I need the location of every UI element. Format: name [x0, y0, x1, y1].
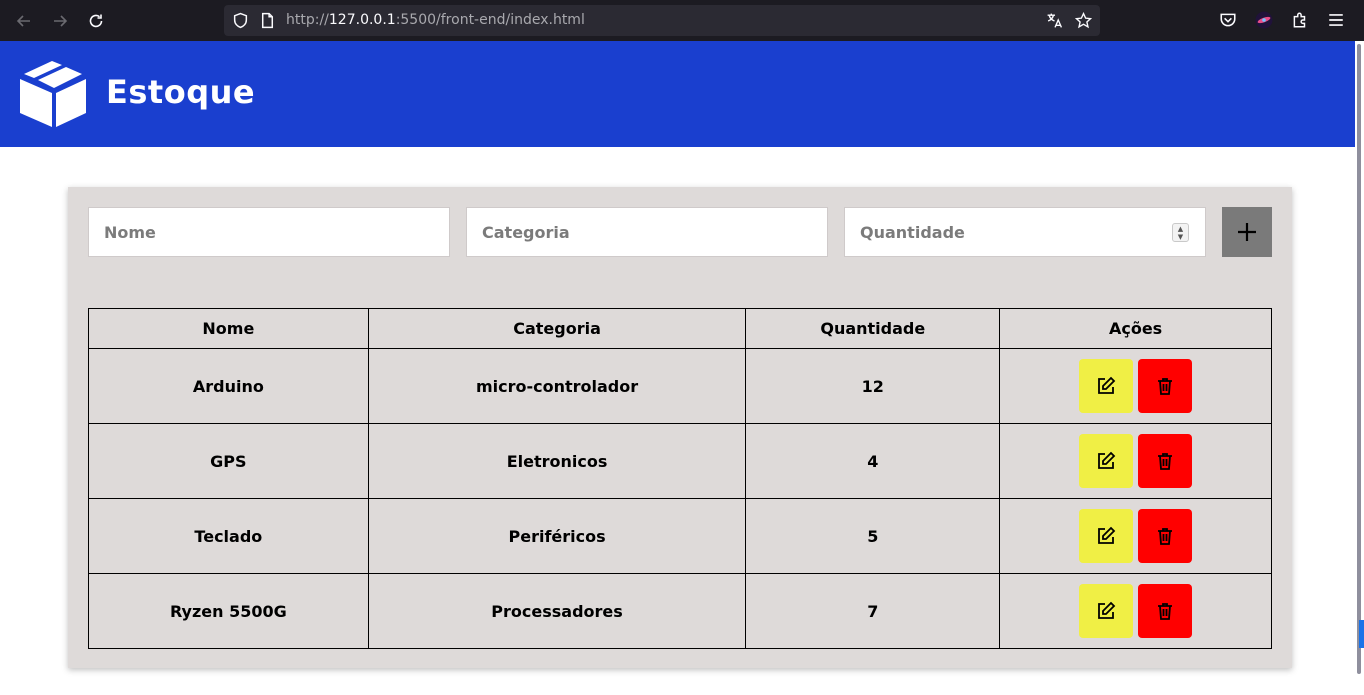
scrollbar-thumb[interactable]	[1357, 44, 1361, 674]
edit-button[interactable]	[1079, 359, 1134, 413]
edit-button[interactable]	[1079, 434, 1134, 488]
row-actions	[1000, 359, 1271, 413]
cell-acoes	[999, 573, 1272, 649]
categoria-input[interactable]	[467, 208, 827, 256]
reload-icon[interactable]	[83, 8, 109, 34]
nome-field[interactable]	[88, 207, 450, 257]
cell-nome: Teclado	[88, 498, 369, 574]
table-row: Arduino micro-controlador 12	[88, 348, 1272, 424]
cell-quantidade: 4	[745, 423, 1001, 499]
shield-icon[interactable]	[232, 12, 249, 29]
chevron-down-icon[interactable]: ▼	[1178, 233, 1183, 241]
nome-input[interactable]	[89, 208, 449, 256]
row-actions	[1000, 434, 1271, 488]
edit-icon	[1098, 601, 1116, 619]
quantidade-input[interactable]	[845, 208, 1205, 256]
cell-categoria: Processadores	[367, 573, 747, 649]
add-item-button[interactable]	[1222, 207, 1272, 257]
cell-quantidade: 5	[745, 498, 1001, 574]
menu-icon[interactable]	[1327, 11, 1345, 29]
side-indicator	[1359, 620, 1364, 648]
url-text[interactable]: http://127.0.0.1:5500/front-end/index.ht…	[286, 12, 585, 28]
quantity-stepper[interactable]: ▲ ▼	[1172, 223, 1189, 242]
cell-categoria: Periféricos	[367, 498, 747, 574]
row-actions	[1000, 584, 1271, 638]
extensions-icon[interactable]	[1291, 11, 1309, 29]
inventory-card: ▲ ▼ Nome Categoria Quantidade Ações Ardu…	[68, 187, 1292, 668]
address-bar[interactable]: http://127.0.0.1:5500/front-end/index.ht…	[224, 5, 1100, 36]
back-icon[interactable]	[11, 8, 37, 34]
pocket-icon[interactable]	[1219, 11, 1237, 29]
cell-acoes	[999, 498, 1272, 574]
account-avatar-icon[interactable]	[1255, 11, 1273, 29]
categoria-field[interactable]	[466, 207, 828, 257]
table-row: Teclado Periféricos 5	[88, 498, 1272, 574]
url-prefix: http://	[286, 12, 329, 28]
quantidade-field[interactable]: ▲ ▼	[844, 207, 1206, 257]
translate-icon[interactable]	[1046, 12, 1063, 29]
edit-icon	[1098, 526, 1116, 544]
star-icon[interactable]	[1075, 12, 1092, 29]
table-row: Ryzen 5500G Processadores 7	[88, 573, 1272, 649]
table-row: GPS Eletronicos 4	[88, 423, 1272, 499]
delete-button[interactable]	[1138, 359, 1193, 413]
app-title: Estoque	[106, 73, 256, 111]
url-path: :5500/front-end/index.html	[395, 12, 585, 28]
cell-quantidade: 12	[745, 348, 1001, 424]
box-open-icon	[20, 61, 86, 127]
trash-icon	[1158, 378, 1173, 395]
url-host: 127.0.0.1	[328, 12, 396, 28]
trash-icon	[1158, 453, 1173, 470]
app-header: Estoque	[0, 41, 1355, 147]
cell-nome: Arduino	[88, 348, 369, 424]
cell-nome: Ryzen 5500G	[88, 573, 369, 649]
cell-categoria: micro-controlador	[367, 348, 747, 424]
delete-button[interactable]	[1138, 509, 1193, 563]
edit-icon	[1098, 376, 1116, 394]
cell-nome: GPS	[88, 423, 369, 499]
plus-icon	[1238, 223, 1256, 241]
header-quantidade: Quantidade	[745, 308, 1001, 349]
forward-icon[interactable]	[47, 8, 73, 34]
chevron-up-icon[interactable]: ▲	[1178, 225, 1183, 233]
header-categoria: Categoria	[367, 308, 747, 349]
trash-icon	[1158, 528, 1173, 545]
cell-quantidade: 7	[745, 573, 1001, 649]
browser-toolbar: http://127.0.0.1:5500/front-end/index.ht…	[0, 0, 1364, 41]
edit-button[interactable]	[1079, 584, 1134, 638]
page-icon[interactable]	[259, 12, 276, 29]
row-actions	[1000, 509, 1271, 563]
cell-categoria: Eletronicos	[367, 423, 747, 499]
header-acoes: Ações	[999, 308, 1272, 349]
trash-icon	[1158, 603, 1173, 620]
edit-button[interactable]	[1079, 509, 1134, 563]
cell-acoes	[999, 423, 1272, 499]
edit-icon	[1098, 451, 1116, 469]
cell-acoes	[999, 348, 1272, 424]
delete-button[interactable]	[1138, 434, 1193, 488]
table-header-row: Nome Categoria Quantidade Ações	[88, 308, 1272, 349]
inventory-table: Nome Categoria Quantidade Ações Arduino …	[88, 308, 1272, 649]
header-nome: Nome	[88, 308, 369, 349]
delete-button[interactable]	[1138, 584, 1193, 638]
